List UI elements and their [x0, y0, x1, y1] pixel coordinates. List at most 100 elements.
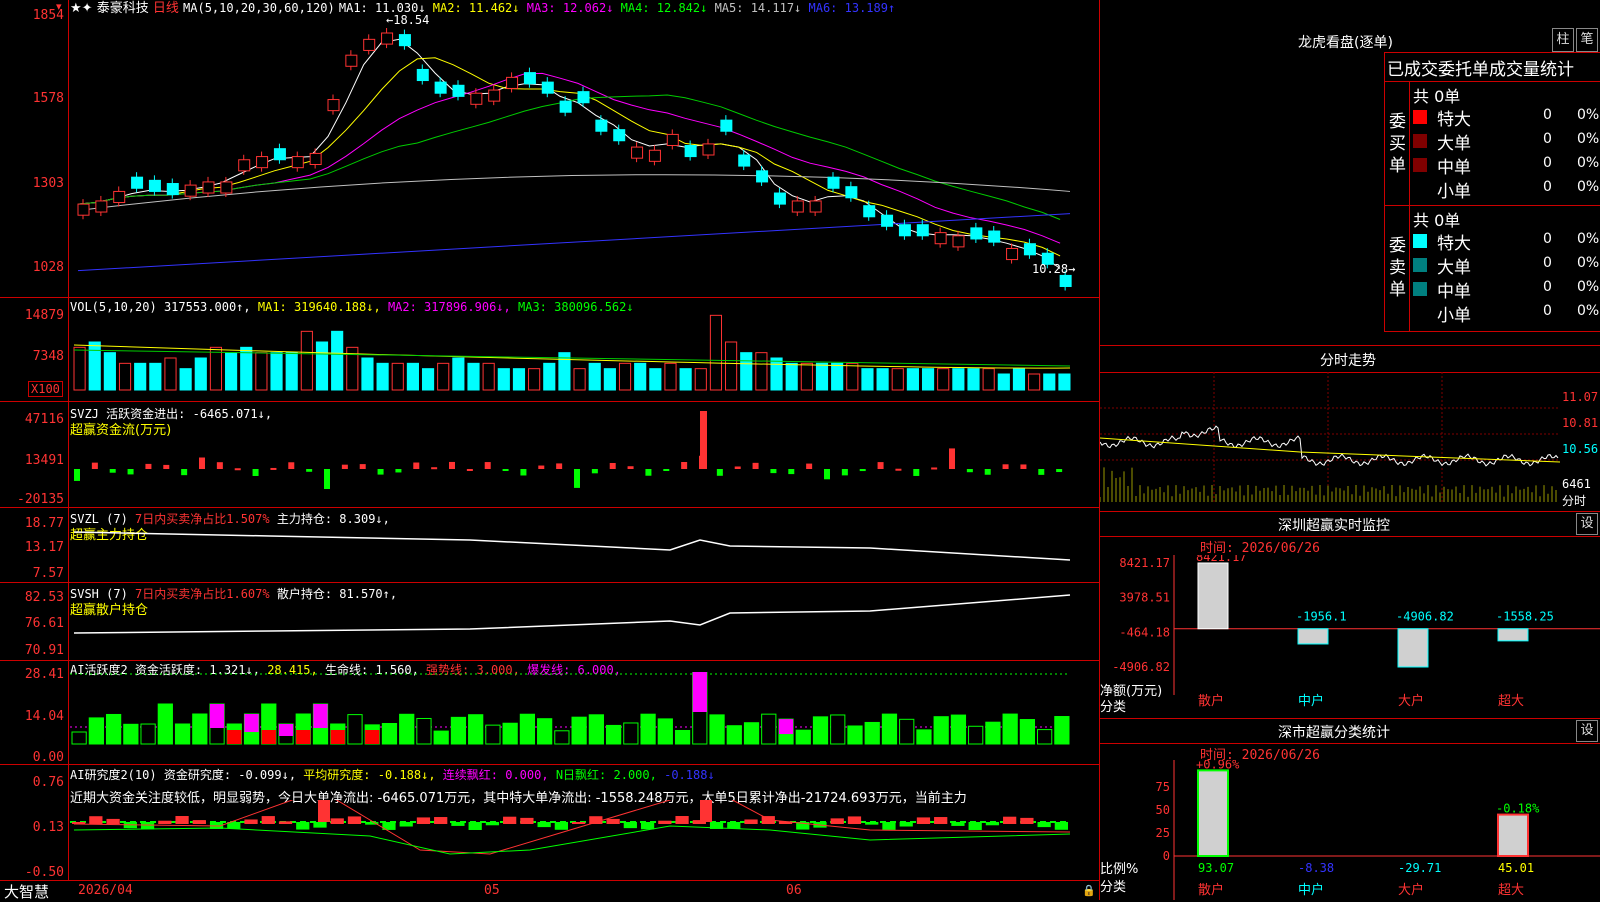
divider: [0, 401, 1100, 402]
tab-zhu[interactable]: 柱: [1552, 28, 1574, 52]
volume-bar: [194, 357, 207, 391]
volume-bar: [694, 368, 707, 391]
fs-axis-label: 分时: [1562, 494, 1587, 508]
lhb-title: 龙虎看盘(逐单): [1298, 35, 1393, 51]
candle-body: [916, 224, 929, 237]
monitor-bar: [1397, 628, 1429, 668]
stat-color-swatch: [1413, 282, 1427, 296]
intraday-chart[interactable]: [1100, 372, 1560, 507]
svsh-chart[interactable]: [70, 585, 1100, 660]
volume-bar: [967, 368, 980, 391]
flow-bar: [466, 468, 473, 471]
category-label: 大户: [1398, 693, 1424, 709]
svzj-chart[interactable]: [70, 405, 1100, 505]
volume-bar: [1028, 373, 1041, 391]
candle-body: [988, 230, 1001, 243]
volume-bar: [255, 352, 268, 391]
monitor-settings-button[interactable]: 设: [1576, 513, 1598, 535]
volume-bar: [1043, 373, 1056, 391]
flow-bar: [859, 469, 866, 472]
svzl-chart[interactable]: [70, 510, 1100, 580]
stat-color-swatch: [1413, 134, 1427, 148]
flow-bar-peak: [700, 411, 707, 469]
candle-body: [1023, 243, 1036, 256]
ai2-text5: -0.188↓: [664, 768, 715, 782]
stat2-bar: [1197, 769, 1229, 857]
research-bar: [847, 816, 862, 824]
research-bar: [985, 822, 1000, 826]
candle-body: [470, 92, 483, 105]
vol-unit-box[interactable]: X100: [28, 381, 63, 397]
monitor-bar-chart[interactable]: 8421.17 3978.51 -464.18 -4906.82 8421.17 -195…: [1100, 555, 1600, 715]
x-axis-label: 05: [484, 883, 500, 898]
price-axis-label: 1578: [32, 91, 64, 106]
research-bar: [261, 816, 275, 824]
tab-bi[interactable]: 笔: [1576, 28, 1598, 52]
price-candlestick-chart[interactable]: [70, 14, 1100, 296]
category-label: 超大: [1498, 694, 1524, 709]
volume-chart[interactable]: [70, 310, 1100, 398]
candle-body: [256, 156, 269, 169]
stat-color-swatch: [1413, 182, 1427, 196]
research-bar: [1003, 816, 1017, 824]
research-bar: [882, 822, 896, 830]
research-bar: [330, 818, 344, 824]
volume-bar: [285, 352, 298, 391]
volume-bar: [740, 352, 753, 391]
svsh-axis-label: 82.53: [24, 590, 64, 605]
flow-bar: [1020, 464, 1027, 469]
flow-bar: [270, 467, 277, 470]
candle-body: [881, 214, 894, 227]
ai2-header: AI研究度2(10) 资金研究度: -0.099↓, 平均研究度: -0.188…: [70, 766, 715, 783]
flow-bar: [627, 466, 634, 469]
price-axis-label: 1854: [32, 8, 64, 23]
flow-bar: [216, 462, 223, 469]
research-bar: [106, 818, 120, 824]
activity-bar: [743, 722, 760, 745]
stat-row: 中单 0 0%: [1411, 277, 1600, 302]
flow-bar: [663, 469, 670, 471]
ai-activity-chart[interactable]: [70, 672, 1100, 760]
research-bar: [313, 822, 327, 828]
flow-bar: [1002, 464, 1009, 469]
ai2-text3: 连续飘红: 0.000,: [442, 768, 549, 782]
activity-bar: [864, 721, 880, 745]
ma-value-6: MA6: 13.189↑: [801, 1, 896, 15]
activity-bar: [1037, 729, 1053, 745]
lock-icon[interactable]: 🔒: [1082, 884, 1096, 897]
activity-bar-red: [296, 730, 311, 744]
candle-body: [77, 203, 90, 216]
activity-bar: [571, 716, 587, 745]
brand-logo[interactable]: 大智慧: [4, 881, 49, 902]
stat2-value-label: -8.38: [1298, 861, 1334, 875]
main-chart-area[interactable]: ★✦ 泰豪科技 日线 MA(5,10,20,30,60,120) MA1: 11…: [0, 0, 1100, 902]
ai2-axis-label: 0.76: [32, 775, 64, 790]
flow-bar: [145, 463, 152, 469]
monitor-axis-label: -464.18: [1119, 625, 1170, 639]
category-label: 大户: [1398, 882, 1424, 898]
candle-body: [595, 119, 608, 132]
fs-axis-label: 11.07: [1562, 390, 1599, 404]
activity-bar: [812, 716, 829, 745]
activity-bar: [1002, 713, 1018, 745]
volume-bar: [118, 362, 132, 391]
activity-bar: [399, 713, 415, 745]
stat2-bar-chart[interactable]: 75 50 25 0 93.07 +0.96% -8.38 -29.71 45.01 -0.18%…: [1100, 760, 1600, 900]
candle-body: [131, 176, 144, 189]
volume-bar: [800, 362, 813, 391]
stat2-settings-button[interactable]: 设: [1576, 720, 1598, 742]
research-bar: [278, 821, 293, 824]
candle-body: [273, 148, 286, 161]
candle-body: [95, 200, 108, 213]
flow-bar: [413, 462, 420, 469]
candle-body: [738, 154, 751, 167]
stat-row-pct: 0%: [1577, 131, 1600, 147]
flow-bar: [520, 469, 527, 476]
stat-row-count: 0: [1543, 179, 1552, 195]
candle-body: [1059, 274, 1072, 287]
vol-axis-label: 7348: [32, 349, 64, 364]
research-bar: [468, 822, 482, 830]
candle-body: [309, 152, 322, 166]
flow-bar: [538, 465, 545, 469]
ai-research-chart[interactable]: [70, 800, 1100, 880]
